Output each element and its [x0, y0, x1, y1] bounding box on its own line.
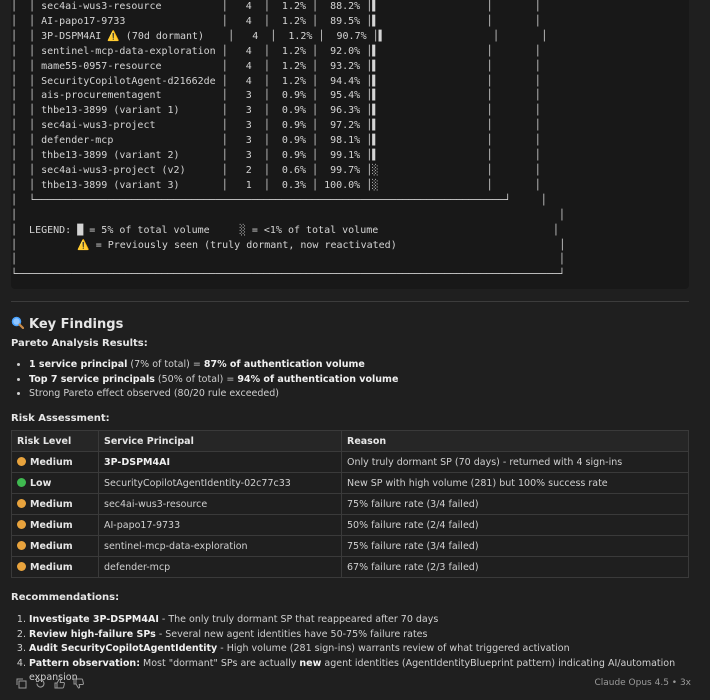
column-header: Risk Level — [11, 430, 99, 452]
pareto-heading: Pareto Analysis Results: — [11, 338, 148, 349]
pareto-item: Strong Pareto effect observed (80/20 rul… — [29, 387, 398, 402]
ascii-chart: │ │ sec4ai-wus3-resource │ 4 │ 1.2% │ 88… — [11, 1, 566, 281]
service-principal-cell: defender-mcp — [98, 556, 342, 578]
thumbs-down-icon[interactable] — [71, 676, 85, 690]
reason-cell: 67% failure rate (2/3 failed) — [341, 556, 689, 578]
service-principal-cell: sec4ai-wus3-resource — [98, 493, 342, 515]
recommendation-item: Investigate 3P-DSPM4AI - The only truly … — [29, 613, 710, 628]
risk-level-cell: Medium — [11, 493, 99, 515]
column-header: Service Principal — [98, 430, 342, 452]
divider — [11, 301, 689, 302]
table-header-row: Risk Level Service Principal Reason — [11, 430, 689, 452]
status-dot-icon — [17, 456, 26, 466]
thumbs-up-icon[interactable] — [52, 676, 66, 690]
risk-table: Risk Level Service Principal Reason Medi… — [11, 430, 689, 578]
reason-cell: 75% failure rate (3/4 failed) — [341, 493, 689, 515]
risk-level-cell: Medium — [11, 514, 99, 536]
reason-cell: 75% failure rate (3/4 failed) — [341, 535, 689, 557]
section-title: Key Findings — [29, 317, 124, 332]
table-row: Low SecurityCopilotAgentIdentity-02c77c33… — [11, 472, 689, 494]
status-dot-icon — [17, 561, 26, 571]
status-dot-icon — [17, 477, 26, 487]
table-row: Medium AI-papo17-9733 50% failure rate (2/… — [11, 514, 689, 536]
recommendation-item: Audit SecurityCopilotAgentIdentity - Hig… — [29, 642, 710, 657]
copy-icon[interactable] — [14, 676, 28, 690]
pareto-list: 1 service principal (7% of total) = 87% … — [11, 358, 398, 402]
section-heading: Key Findings — [11, 316, 123, 333]
service-principal-cell: 3P-DSPM4AI — [98, 451, 342, 473]
service-principal-cell: sentinel-mcp-data-exploration — [98, 535, 342, 557]
table-row: Medium 3P-DSPM4AI Only truly dormant SP (7… — [11, 451, 689, 473]
risk-heading: Risk Assessment: — [11, 413, 110, 424]
message-footer: Claude Opus 4.5 • 3x — [0, 676, 710, 692]
pareto-item: Top 7 service principals (50% of total) … — [29, 373, 398, 388]
status-dot-icon — [17, 519, 26, 529]
risk-level-cell: Medium — [11, 535, 99, 557]
magnifier-icon — [11, 316, 25, 333]
table-row: Medium sec4ai-wus3-resource 75% failure ra… — [11, 493, 689, 515]
reason-cell: Only truly dormant SP (70 days) - return… — [341, 451, 689, 473]
table-row: Medium defender-mcp 67% failure rate (2/3 … — [11, 556, 689, 578]
pareto-item: 1 service principal (7% of total) = 87% … — [29, 358, 398, 373]
recommendations-list: Investigate 3P-DSPM4AI - The only truly … — [11, 613, 710, 686]
table-row: Medium sentinel-mcp-data-exploration 75% f… — [11, 535, 689, 557]
reason-cell: 50% failure rate (2/4 failed) — [341, 514, 689, 536]
service-principal-cell: AI-papo17-9733 — [98, 514, 342, 536]
status-dot-icon — [17, 540, 26, 550]
model-label: Claude Opus 4.5 • 3x — [594, 678, 691, 688]
reason-cell: New SP with high volume (281) but 100% s… — [341, 472, 689, 494]
status-dot-icon — [17, 498, 26, 508]
recommendation-item: Review high-failure SPs - Several new ag… — [29, 628, 710, 643]
column-header: Reason — [341, 430, 689, 452]
recommendations-heading: Recommendations: — [11, 592, 120, 603]
risk-level-cell: Low — [11, 472, 99, 494]
retry-icon[interactable] — [33, 676, 47, 690]
risk-level-cell: Medium — [11, 556, 99, 578]
risk-level-cell: Medium — [11, 451, 99, 473]
service-principal-cell: SecurityCopilotAgentIdentity-02c77c33 — [98, 472, 342, 494]
